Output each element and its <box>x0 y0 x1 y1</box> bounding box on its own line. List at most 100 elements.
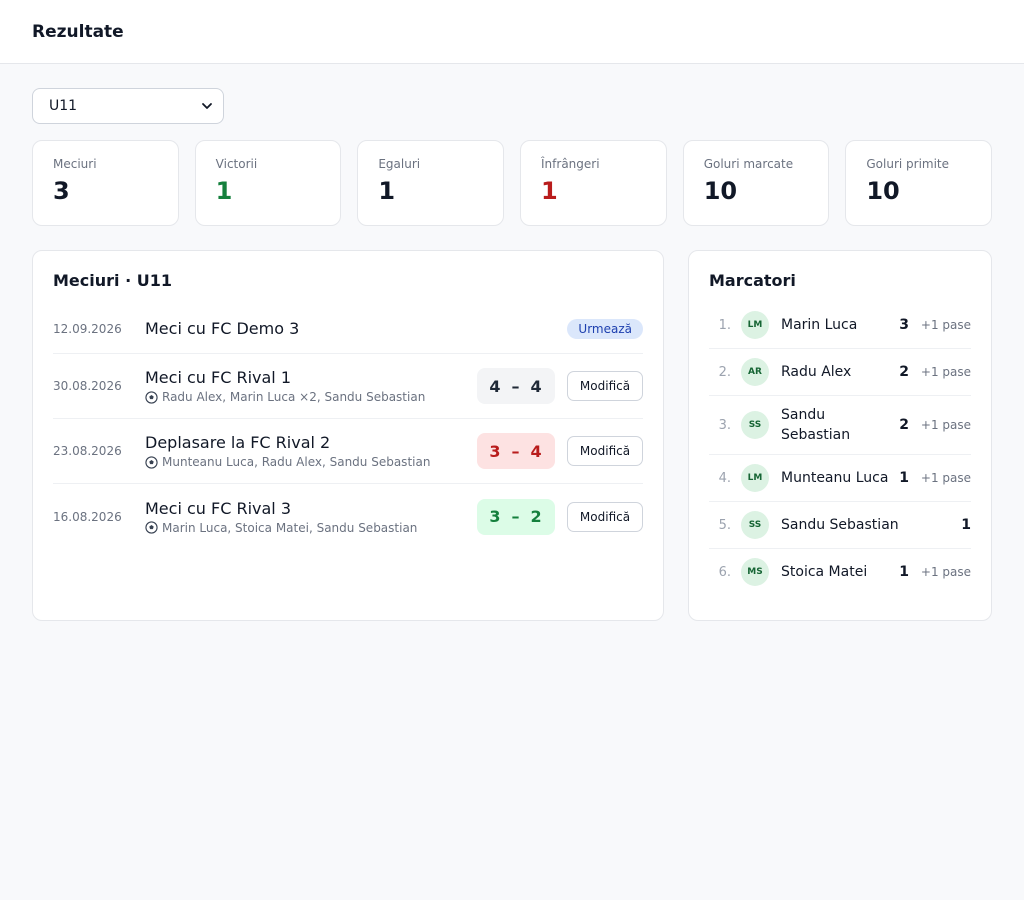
stat-card-draws: Egaluri 1 <box>357 140 505 226</box>
scorer-goals: 1 <box>899 564 909 580</box>
scorer-assists: +1 pase <box>920 318 971 332</box>
match-date: 30.08.2026 <box>53 379 122 393</box>
match-scorers: Radu Alex, Marin Luca ×2, Sandu Sebastia… <box>145 390 477 404</box>
avatar: AR <box>741 358 769 386</box>
scorer-goals: 1 <box>961 517 971 533</box>
scorer-name: Sandu Sebastian <box>781 517 899 533</box>
scorer-name: Marin Luca <box>781 317 858 333</box>
stat-card-matches: Meciuri 3 <box>32 140 179 226</box>
scorer-goals: 2 <box>899 364 909 380</box>
match-date: 23.08.2026 <box>53 444 122 458</box>
scorer-assists: +1 pase <box>920 565 971 579</box>
stat-card-goals-conceded: Goluri primite 10 <box>845 140 993 226</box>
scorer-name: Stoica Matei <box>781 564 868 580</box>
scorer-row: 6. MS Stoica Matei 1 +1 pase <box>709 549 971 595</box>
score-dash: – <box>511 376 521 396</box>
match-row[interactable]: 30.08.2026 Meci cu FC Rival 1 Radu Alex,… <box>53 354 643 419</box>
stat-card-wins: Victorii 1 <box>194 140 342 226</box>
stat-card-goals-scored: Goluri marcate 10 <box>682 140 830 226</box>
score-box: 3 – 4 <box>477 433 555 469</box>
scorer-rank: 6. <box>718 564 731 580</box>
score-box: 4 – 4 <box>477 368 555 404</box>
stat-value: 1 <box>541 177 558 205</box>
stat-value: 10 <box>703 177 738 205</box>
matches-card: Meciuri · U11 12.09.2026 Meci cu FC Demo… <box>32 250 664 621</box>
scorer-assists: +1 pase <box>920 471 971 485</box>
match-body: Deplasare la FC Rival 2 Munteanu Luca, R… <box>145 433 477 469</box>
stat-label: Goluri primite <box>866 157 950 171</box>
avatar: SS <box>741 511 769 539</box>
upcoming-badge: Urmează <box>567 318 643 339</box>
scorer-row: 3. SS Sandu Sebastian 2 +1 pase <box>709 396 971 455</box>
scorer-goals: 2 <box>899 417 909 433</box>
scorer-rank: 5. <box>718 517 731 533</box>
scorer-name: Sandu Sebastian <box>781 407 851 443</box>
match-body: Meci cu FC Demo 3 <box>145 319 567 338</box>
scorer-rank: 4. <box>718 470 731 486</box>
scorer-rank: 2. <box>718 364 731 380</box>
top-bar: Rezultate <box>0 0 1024 64</box>
match-row[interactable]: 12.09.2026 Meci cu FC Demo 3 Urmează <box>53 304 643 354</box>
away-score: 2 <box>530 507 543 526</box>
stat-label: Meciuri <box>53 157 97 171</box>
soccer-ball-icon <box>145 455 158 469</box>
scorer-list: 1. LM Marin Luca 3 +1 pase 2. AR Radu Al… <box>709 302 971 595</box>
avatar: MS <box>741 558 769 586</box>
home-score: 4 <box>489 376 502 396</box>
scorer-row: 1. LM Marin Luca 3 +1 pase <box>709 302 971 349</box>
match-row[interactable]: 16.08.2026 Meci cu FC Rival 3 Marin Luca… <box>53 484 643 549</box>
match-date: 12.09.2026 <box>53 321 122 336</box>
scorer-rank: 3. <box>718 417 731 433</box>
scorer-row: 4. LM Munteanu Luca 1 +1 pase <box>709 455 971 502</box>
avatar: LM <box>741 464 769 492</box>
stat-value: 1 <box>378 177 396 205</box>
match-title: Meci cu FC Rival 3 <box>145 498 292 518</box>
edit-button[interactable]: Modifică <box>567 436 643 466</box>
scorers-card: Marcatori 1. LM Marin Luca 3 +1 pase 2. … <box>688 250 992 621</box>
stat-label: Victorii <box>215 157 258 171</box>
stat-label: Goluri marcate <box>703 157 794 171</box>
home-score: 3 <box>489 507 502 526</box>
match-scorers-text: Radu Alex, Marin Luca ×2, Sandu Sebastia… <box>162 390 426 404</box>
panels-row: Meciuri · U11 12.09.2026 Meci cu FC Demo… <box>32 250 992 621</box>
scorer-row: 5. SS Sandu Sebastian 1 <box>709 502 971 549</box>
scorer-row: 2. AR Radu Alex 2 +1 pase <box>709 349 971 396</box>
match-row[interactable]: 23.08.2026 Deplasare la FC Rival 2 Munte… <box>53 419 643 484</box>
match-scorers: Marin Luca, Stoica Matei, Sandu Sebastia… <box>145 521 477 535</box>
match-body: Meci cu FC Rival 1 Radu Alex, Marin Luca… <box>145 368 477 404</box>
stat-card-losses: Înfrângeri 1 <box>520 140 667 226</box>
score-dash: – <box>511 441 521 461</box>
scorer-goals: 1 <box>899 470 909 486</box>
scorer-assists: +1 pase <box>920 418 971 432</box>
avatar: SS <box>741 411 769 439</box>
stat-label: Înfrângeri <box>541 157 600 171</box>
scorers-title: Marcatori <box>709 271 796 290</box>
main-content: U11 Meciuri 3 Victorii 1 Egaluri 1 Înfrâ… <box>0 64 1024 621</box>
matches-title: Meciuri · U11 <box>53 271 172 290</box>
stat-value: 1 <box>215 177 233 205</box>
away-score: 4 <box>530 441 543 461</box>
match-list: 12.09.2026 Meci cu FC Demo 3 Urmează 30.… <box>53 304 643 549</box>
chevron-down-icon <box>201 100 213 112</box>
score-dash: – <box>511 507 521 526</box>
team-select[interactable]: U11 <box>32 88 224 124</box>
score-box: 3 – 2 <box>477 498 555 535</box>
scorer-name: Munteanu Luca <box>781 470 889 486</box>
scorer-name: Radu Alex <box>781 364 852 380</box>
match-body: Meci cu FC Rival 3 Marin Luca, Stoica Ma… <box>145 499 477 535</box>
away-score: 4 <box>530 376 543 396</box>
edit-button[interactable]: Modifică <box>567 371 643 401</box>
scorer-rank: 1. <box>718 317 731 333</box>
scorer-assists: +1 pase <box>920 365 971 379</box>
page-title: Rezultate <box>32 21 124 42</box>
stat-value: 3 <box>53 177 70 205</box>
soccer-ball-icon <box>145 521 158 534</box>
soccer-ball-icon <box>145 390 158 404</box>
match-date: 16.08.2026 <box>53 509 122 524</box>
stats-row: Meciuri 3 Victorii 1 Egaluri 1 Înfrânger… <box>32 140 993 226</box>
team-select-value: U11 <box>49 98 78 114</box>
match-scorers: Munteanu Luca, Radu Alex, Sandu Sebastia… <box>145 455 477 469</box>
home-score: 3 <box>489 441 502 461</box>
edit-button[interactable]: Modifică <box>567 501 643 532</box>
match-title: Meci cu FC Demo 3 <box>145 319 300 338</box>
